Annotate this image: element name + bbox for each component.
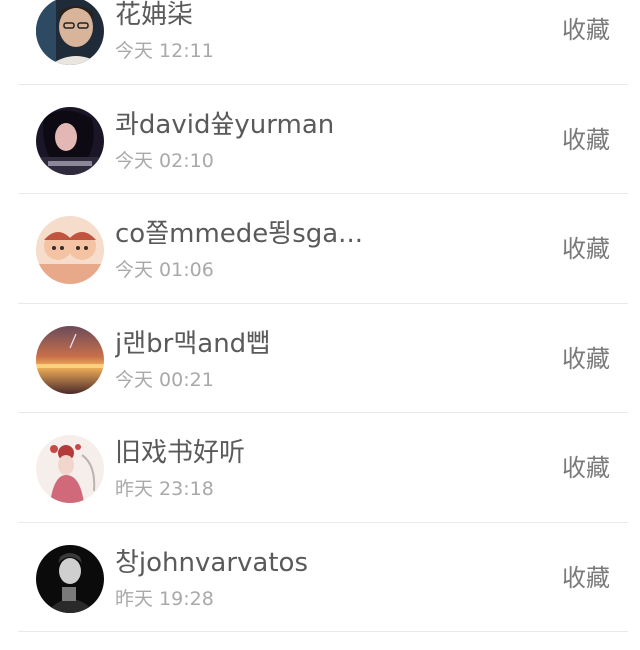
favorite-button[interactable]: 收藏 xyxy=(562,234,610,264)
avatar-woman-dark-hair-icon xyxy=(36,106,104,175)
contact-name: 花姌柒 xyxy=(115,0,194,30)
avatar[interactable] xyxy=(36,544,104,613)
favorite-button[interactable]: 收藏 xyxy=(562,563,610,593)
list-item[interactable]: 콰david쓮yurman 今天 02:10 收藏 xyxy=(18,85,628,194)
avatar-bw-man-portrait-icon xyxy=(36,544,104,613)
list-item[interactable]: 花姌柒 今天 12:11 收藏 xyxy=(18,0,628,85)
favorite-button[interactable]: 收藏 xyxy=(562,15,610,45)
timestamp: 昨天 19:28 xyxy=(115,587,214,610)
favorites-list: 花姌柒 今天 12:11 收藏 콰david쓮yurman 今天 02:10 收… xyxy=(0,0,640,632)
list-item[interactable]: 창johnvarvatos 昨天 19:28 收藏 xyxy=(18,523,628,632)
avatar[interactable] xyxy=(36,216,104,284)
contact-name: 콰david쓮yurman xyxy=(115,109,335,140)
avatar-cartoon-pair-icon xyxy=(36,216,104,284)
contact-name: j랜br맥and뺍 xyxy=(115,328,271,359)
timestamp: 今天 01:06 xyxy=(115,259,214,281)
contact-name: 창johnvarvatos xyxy=(115,547,308,578)
avatar[interactable] xyxy=(36,325,104,394)
timestamp: 今天 02:10 xyxy=(115,149,214,172)
timestamp: 昨天 23:18 xyxy=(115,478,214,500)
list-item[interactable]: 旧戏书好听 昨天 23:18 收藏 xyxy=(18,413,628,523)
timestamp: 今天 00:21 xyxy=(115,368,214,391)
avatar[interactable] xyxy=(36,106,104,175)
avatar-portrait-young-man-icon xyxy=(36,0,104,65)
avatar[interactable] xyxy=(36,0,104,65)
favorite-button[interactable]: 收藏 xyxy=(562,453,610,483)
list-item[interactable]: j랜br맥and뺍 今天 00:21 收藏 xyxy=(18,304,628,413)
favorite-button[interactable]: 收藏 xyxy=(562,125,610,155)
list-item[interactable]: co쫄mmede뙹sga... 今天 01:06 收藏 xyxy=(18,194,628,304)
avatar-opera-figure-icon xyxy=(36,435,104,503)
avatar-sunset-sea-icon xyxy=(36,325,104,394)
contact-name: co쫄mmede뙹sga... xyxy=(115,219,363,249)
timestamp: 今天 12:11 xyxy=(115,40,214,62)
avatar[interactable] xyxy=(36,435,104,503)
contact-name: 旧戏书好听 xyxy=(115,438,246,468)
favorite-button[interactable]: 收藏 xyxy=(562,344,610,374)
